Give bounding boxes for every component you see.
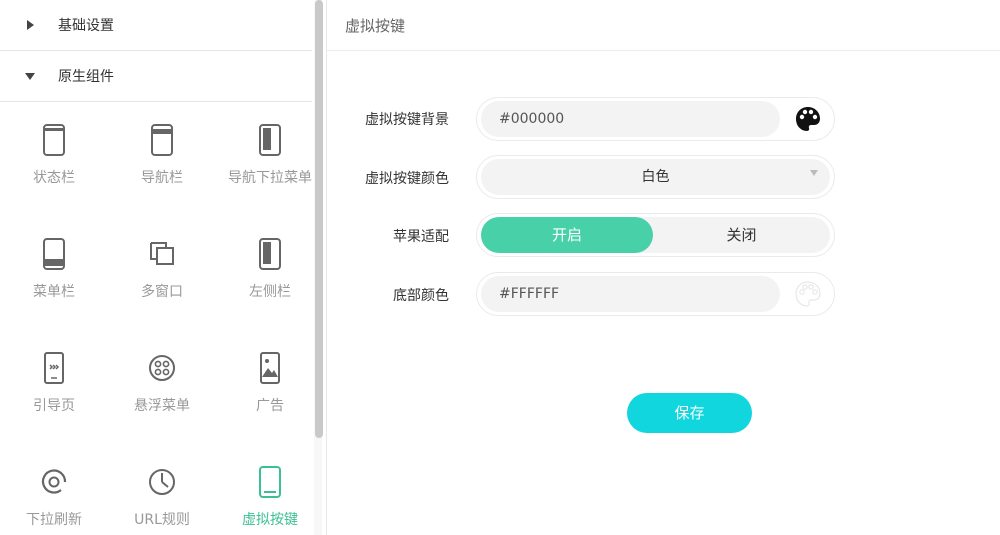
component-menubar[interactable]: 菜单栏 — [0, 217, 108, 331]
component-label: 左侧栏 — [249, 284, 291, 300]
phone-navbar-icon — [151, 124, 173, 156]
virtual-key-phone-icon — [259, 466, 281, 498]
panel-header: 虚拟按键 — [327, 0, 1000, 51]
sidebar-scrollbar-thumb[interactable] — [315, 0, 323, 438]
page-title: 虚拟按键 — [345, 17, 406, 35]
settings-panel: 虚拟按键 虚拟按键背景 #000000 虚拟按键颜色 白色 苹果适配 开启 关闭… — [327, 0, 1000, 535]
component-virtual-key[interactable]: 虚拟按键 — [216, 445, 312, 535]
key-color-label: 虚拟按键颜色 — [365, 171, 449, 187]
component-label: 虚拟按键 — [242, 512, 298, 528]
component-pull-refresh[interactable]: 下拉刷新 — [0, 445, 108, 535]
component-label: 导航栏 — [141, 170, 183, 186]
component-label: 状态栏 — [33, 170, 75, 186]
caret-down-icon — [24, 70, 36, 82]
ad-image-icon — [260, 352, 280, 384]
component-label: 菜单栏 — [33, 284, 75, 300]
multi-window-icon — [150, 242, 174, 265]
component-statusbar[interactable]: 状态栏 — [0, 103, 108, 217]
background-color-field: #000000 — [476, 97, 835, 141]
background-color-input[interactable]: #000000 — [481, 101, 780, 137]
bottom-color-label: 底部颜色 — [393, 288, 449, 304]
toggle-off-option[interactable]: 关闭 — [653, 217, 830, 253]
section-basic-settings[interactable]: 基础设置 — [0, 0, 312, 51]
chevron-down-icon — [810, 170, 818, 176]
url-rule-clock-icon — [149, 469, 175, 495]
component-multi-window[interactable]: 多窗口 — [108, 217, 216, 331]
phone-menubar-icon — [43, 238, 65, 270]
component-label: 引导页 — [33, 398, 75, 414]
apple-adapt-label: 苹果适配 — [393, 229, 449, 245]
component-label: 导航下拉菜单 — [228, 170, 312, 186]
component-navbar[interactable]: 导航栏 — [108, 103, 216, 217]
component-guide-page[interactable]: 引导页 — [0, 331, 108, 445]
key-color-select[interactable]: 白色 — [481, 159, 830, 195]
phone-statusbar-icon — [43, 124, 65, 156]
component-left-sidebar[interactable]: 左侧栏 — [216, 217, 312, 331]
component-label: URL规则 — [134, 512, 190, 528]
palette-icon[interactable] — [794, 280, 822, 308]
palette-icon[interactable] — [794, 105, 822, 133]
phone-dropdown-icon — [259, 124, 281, 156]
component-sidebar: 基础设置 原生组件 状态栏 导航栏 导航下拉菜单 菜单栏 多窗口 左侧栏 引导页… — [0, 0, 312, 535]
component-label: 下拉刷新 — [26, 512, 82, 528]
bottom-color-field: #FFFFFF — [476, 272, 835, 316]
float-menu-icon — [149, 355, 175, 381]
section-label: 原生组件 — [58, 69, 114, 85]
component-label: 广告 — [256, 398, 284, 414]
component-nav-dropdown[interactable]: 导航下拉菜单 — [216, 103, 312, 217]
caret-right-icon — [24, 19, 36, 31]
key-color-field: 白色 — [476, 155, 835, 199]
apple-adapt-toggle: 开启 关闭 — [476, 213, 835, 257]
save-button[interactable]: 保存 — [627, 393, 752, 433]
toggle-on-option[interactable]: 开启 — [481, 217, 653, 253]
component-float-menu[interactable]: 悬浮菜单 — [108, 331, 216, 445]
phone-leftbar-icon — [259, 238, 281, 270]
background-label: 虚拟按键背景 — [365, 112, 449, 128]
component-label: 多窗口 — [141, 284, 183, 300]
component-ad[interactable]: 广告 — [216, 331, 312, 445]
section-native-components[interactable]: 原生组件 — [0, 51, 312, 102]
bottom-color-input[interactable]: #FFFFFF — [481, 276, 780, 312]
section-label: 基础设置 — [58, 18, 114, 34]
component-label: 悬浮菜单 — [134, 398, 190, 414]
guide-page-icon — [44, 352, 64, 384]
component-url-rule[interactable]: URL规则 — [108, 445, 216, 535]
refresh-icon — [41, 469, 67, 494]
